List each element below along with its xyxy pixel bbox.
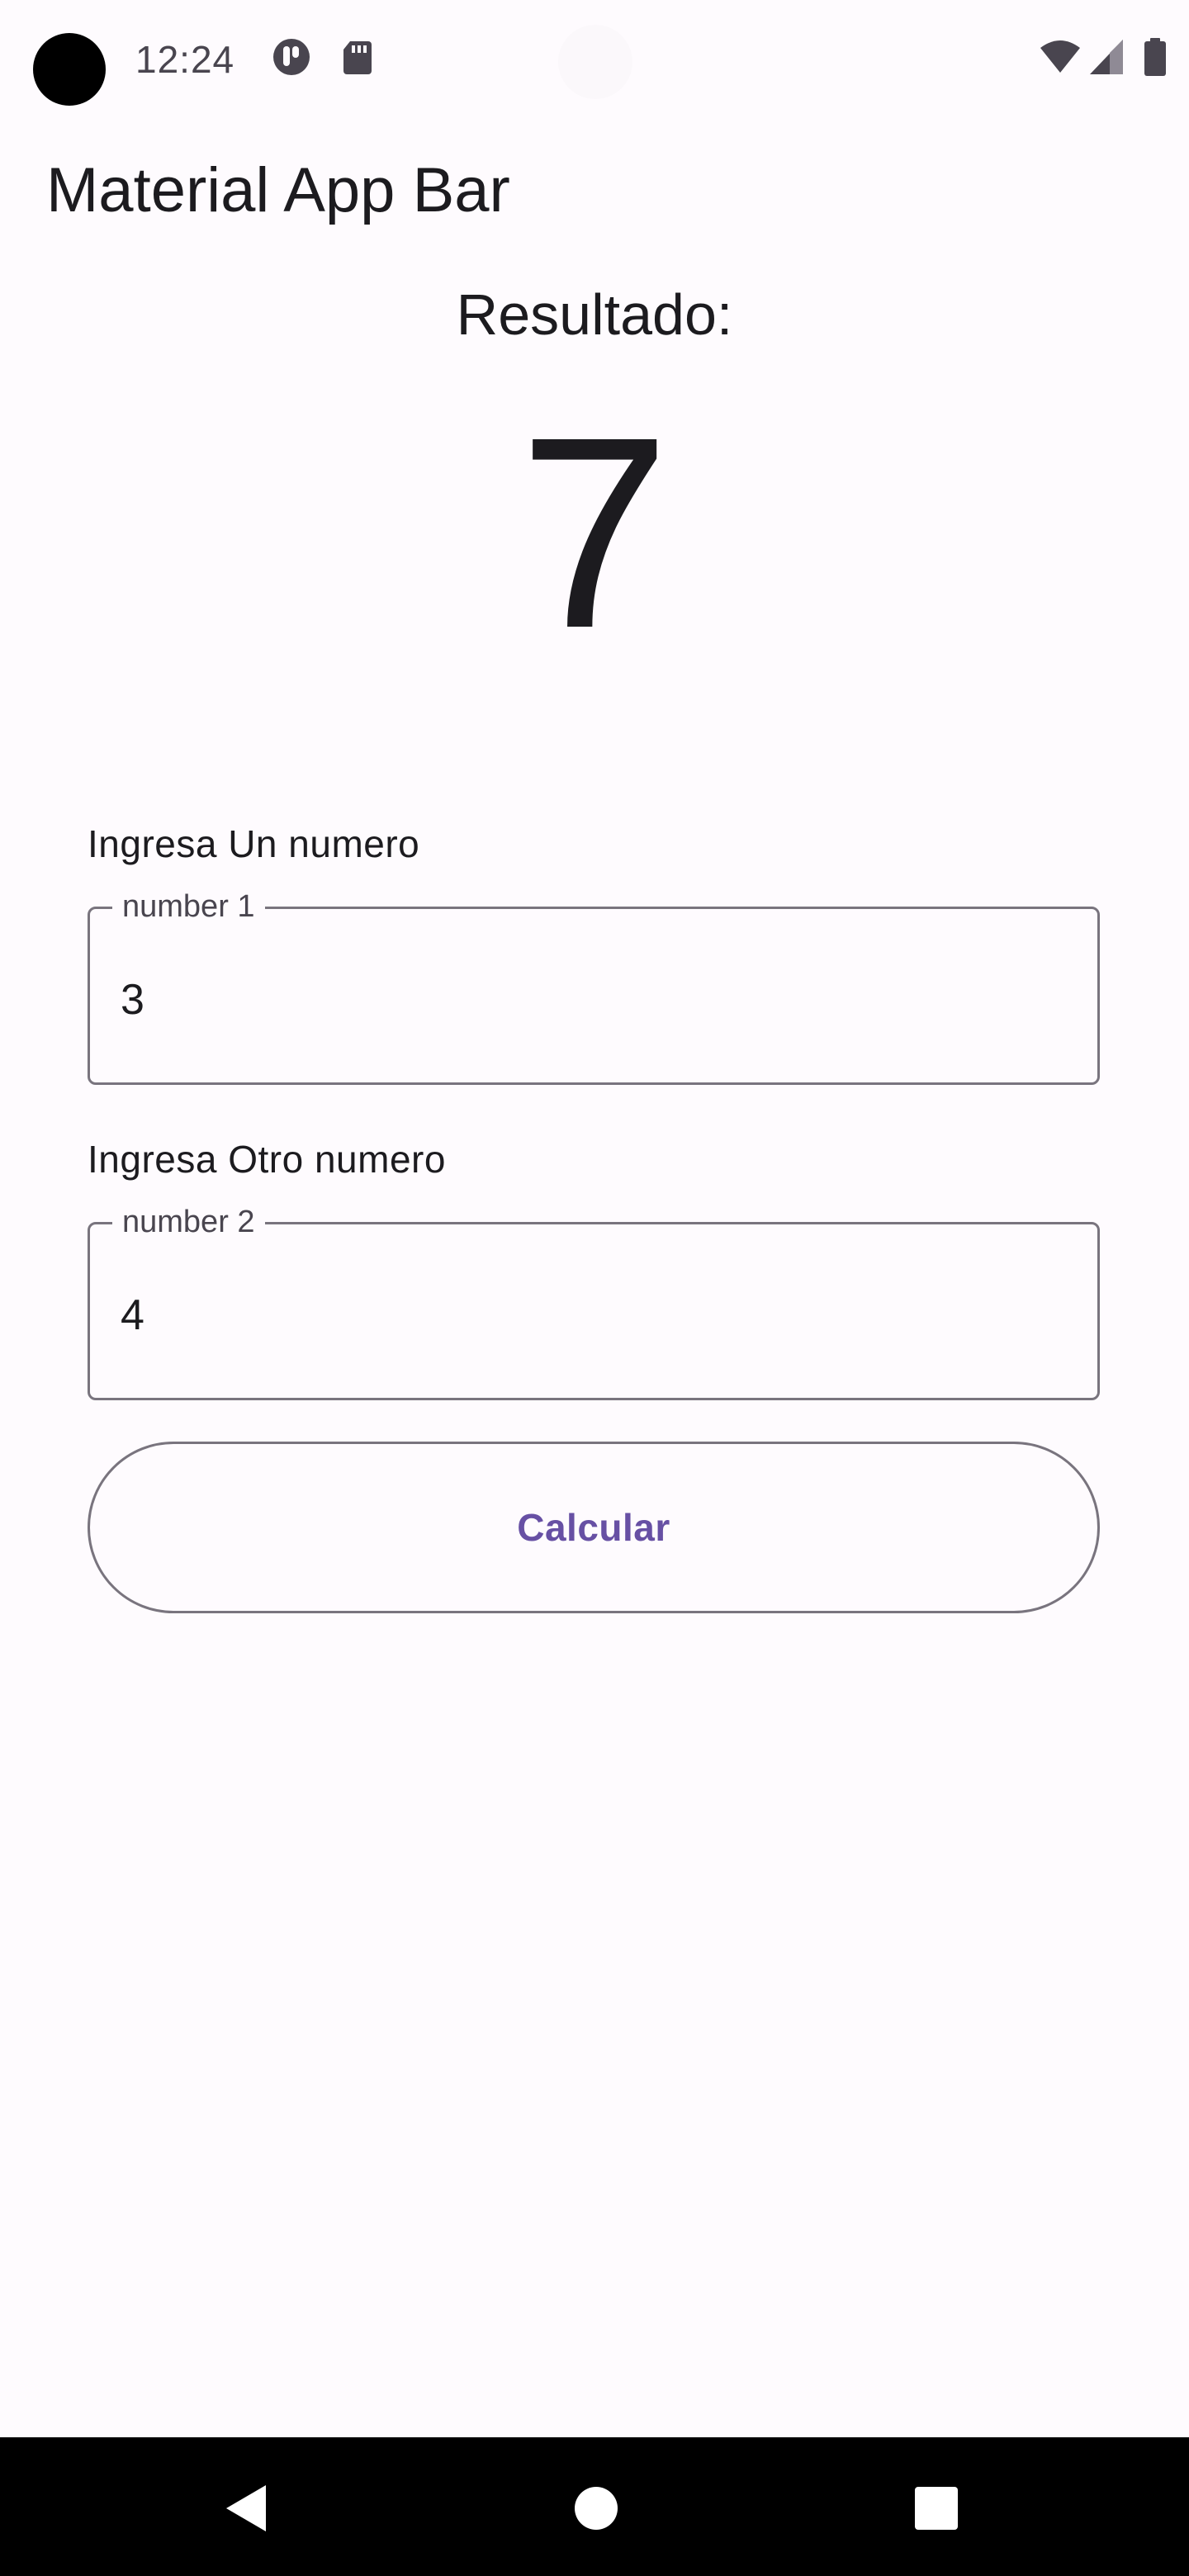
number2-floating-label: number 2 [112,1205,265,1238]
battery-icon [1143,38,1168,76]
result-label: Resultado: [456,282,733,347]
number1-floating-label: number 1 [112,890,265,923]
recents-icon[interactable] [903,2475,969,2541]
camera-cutout [558,25,632,99]
calculate-button[interactable]: Calcular [88,1442,1100,1613]
number1-field[interactable] [88,907,1100,1085]
cell-signal-icon [1088,38,1126,76]
wifi-icon [1039,38,1082,76]
number2-input-value[interactable]: 4 [121,1286,144,1344]
result-value: 7 [519,380,670,684]
number1-caption: Ingresa Un numero [88,822,420,865]
number2-field[interactable] [88,1222,1100,1400]
home-icon[interactable] [563,2475,629,2541]
app-notification-icon [272,38,310,76]
number1-input-value[interactable]: 3 [121,971,144,1029]
status-time: 12:24 [135,38,235,81]
app-bar-title: Material App Bar [46,155,510,225]
calculate-button-label: Calcular [517,1506,670,1549]
back-icon[interactable] [215,2475,281,2541]
number2-caption: Ingresa Otro numero [88,1138,446,1181]
front-camera-dot [33,33,106,106]
sd-card-icon [339,38,377,76]
